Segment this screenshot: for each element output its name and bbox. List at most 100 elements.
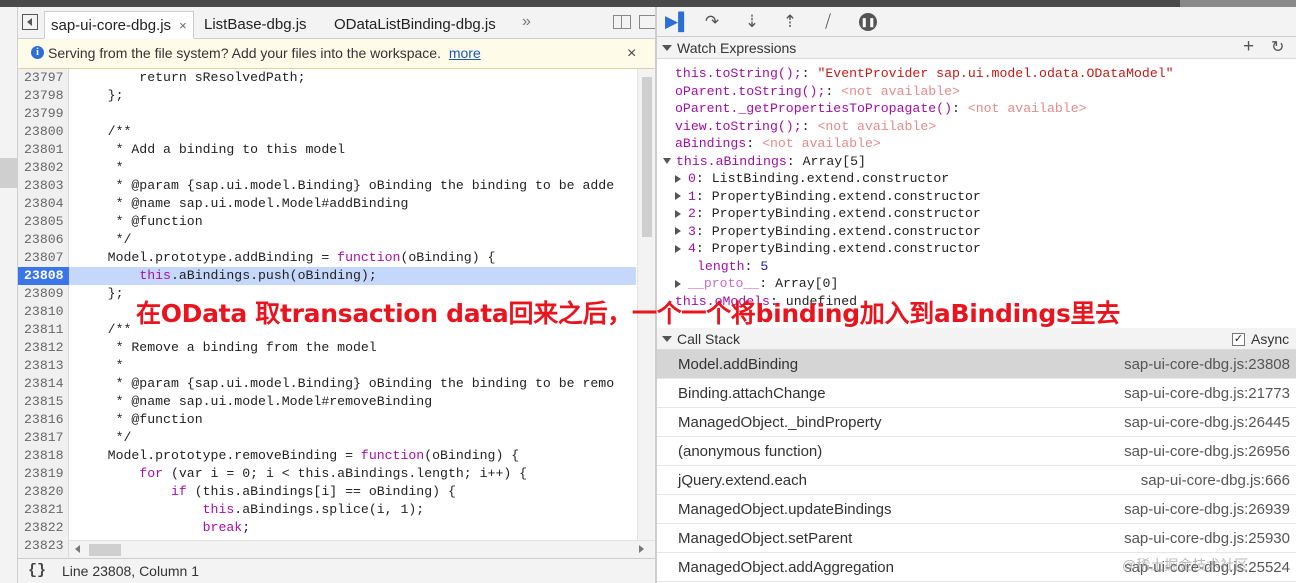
code-line[interactable]: 23812 * Remove a binding from the model: [18, 339, 636, 357]
line-number[interactable]: 23813: [18, 357, 69, 375]
line-number[interactable]: 23807: [18, 249, 69, 267]
refresh-watch-icon[interactable]: ↻: [1271, 37, 1284, 59]
line-number[interactable]: 23810: [18, 303, 69, 321]
step-out-icon[interactable]: ⇡: [779, 13, 801, 31]
line-number[interactable]: 23823: [18, 537, 69, 555]
code-line[interactable]: 23817 */: [18, 429, 636, 447]
code-line[interactable]: 23813 *: [18, 357, 636, 375]
code-line[interactable]: 23819 for (var i = 0; i < this.aBindings…: [18, 465, 636, 483]
code-line-current[interactable]: 23808 this.aBindings.push(oBinding);: [18, 267, 636, 285]
line-number[interactable]: 23802: [18, 159, 69, 177]
watch-tree-row[interactable]: __proto__: Array[0]: [675, 275, 838, 293]
tab-close-icon[interactable]: ×: [179, 18, 187, 33]
line-number[interactable]: 23812: [18, 339, 69, 357]
collapsed-triangle-icon[interactable]: [675, 244, 681, 253]
code-line[interactable]: 23816 * @function: [18, 411, 636, 429]
line-number[interactable]: 23821: [18, 501, 69, 519]
code-line[interactable]: 23803 * @param {sap.ui.model.Binding} oB…: [18, 177, 636, 195]
watch-tree-row[interactable]: 1: PropertyBinding.extend.constructor: [675, 188, 981, 206]
pretty-print-icon[interactable]: {}: [28, 559, 46, 583]
call-stack-frame[interactable]: (anonymous function) sap-ui-core-dbg.js:2…: [657, 437, 1296, 466]
line-number[interactable]: 23814: [18, 375, 69, 393]
line-number[interactable]: 23799: [18, 105, 69, 123]
watch-tree-row[interactable]: 2: PropertyBinding.extend.constructor: [675, 205, 981, 223]
line-number[interactable]: 23818: [18, 447, 69, 465]
code-line[interactable]: 23801 * Add a binding to this model: [18, 141, 636, 159]
watch-tree-row[interactable]: 3: PropertyBinding.extend.constructor: [675, 223, 981, 241]
watch-row[interactable]: length: 5: [697, 258, 768, 276]
tab-sap-ui-core[interactable]: sap-ui-core-dbg.js ×: [44, 11, 194, 39]
add-watch-icon[interactable]: +: [1243, 36, 1254, 58]
infobar-close-icon[interactable]: ×: [627, 39, 636, 68]
code-line[interactable]: 23815 * @name sap.ui.model.Model#removeB…: [18, 393, 636, 411]
code-line[interactable]: 23806 */: [18, 231, 636, 249]
line-number[interactable]: 23797: [18, 69, 69, 87]
code-line[interactable]: 23802 *: [18, 159, 636, 177]
infobar-more-link[interactable]: more: [449, 45, 481, 61]
editor-horizontal-scrollbar[interactable]: [69, 540, 655, 558]
more-tabs-icon[interactable]: »: [522, 13, 531, 31]
watch-expressions-header[interactable]: Watch Expressions + ↻: [657, 36, 1296, 59]
expanded-triangle-icon[interactable]: [663, 158, 671, 165]
resume-icon[interactable]: ▶▌: [665, 13, 690, 31]
line-number[interactable]: 23801: [18, 141, 69, 159]
call-stack-frame[interactable]: Model.addBinding sap-ui-core-dbg.js:23808: [657, 350, 1296, 379]
frame-location-link[interactable]: sap-ui-core-dbg.js:25930: [1124, 524, 1290, 553]
watch-row[interactable]: view.toString();: <not available>: [675, 118, 936, 136]
code-line[interactable]: 23798 };: [18, 87, 636, 105]
watch-row[interactable]: this.toString();: "EventProvider sap.ui.…: [675, 65, 1174, 83]
line-number[interactable]: 23820: [18, 483, 69, 501]
step-into-icon[interactable]: ⇣: [741, 13, 763, 31]
collapsed-triangle-icon[interactable]: [675, 279, 681, 288]
line-number[interactable]: 23817: [18, 429, 69, 447]
call-stack-frame[interactable]: ManagedObject.setParent sap-ui-core-dbg.j…: [657, 524, 1296, 553]
pause-on-exceptions-icon[interactable]: ❚❚: [859, 13, 877, 31]
line-number[interactable]: 23809: [18, 285, 69, 303]
line-number[interactable]: 23819: [18, 465, 69, 483]
code-line[interactable]: 23804 * @name sap.ui.model.Model#addBind…: [18, 195, 636, 213]
code-line[interactable]: 23807 Model.prototype.addBinding = funct…: [18, 249, 636, 267]
line-number[interactable]: 23822: [18, 519, 69, 537]
code-line[interactable]: 23821 this.aBindings.splice(i, 1);: [18, 501, 636, 519]
call-stack-frame[interactable]: ManagedObject.updateBindings sap-ui-core-…: [657, 495, 1296, 524]
line-number[interactable]: 23803: [18, 177, 69, 195]
frame-location-link[interactable]: sap-ui-core-dbg.js:21773: [1124, 379, 1290, 408]
horizontal-scroll-thumb[interactable]: [89, 544, 121, 556]
scroll-right-icon[interactable]: [639, 545, 644, 553]
frame-location-link[interactable]: sap-ui-core-dbg.js:666: [1141, 466, 1290, 495]
call-stack-frame[interactable]: Binding.attachChange sap-ui-core-dbg.js:2…: [657, 379, 1296, 408]
frame-location-link[interactable]: sap-ui-core-dbg.js:26939: [1124, 495, 1290, 524]
call-stack-header[interactable]: Call Stack ✓ Async: [657, 328, 1296, 350]
code-line[interactable]: 23820 if (this.aBindings[i] == oBinding)…: [18, 483, 636, 501]
watch-tree-row[interactable]: this.aBindings: Array[5]: [663, 153, 866, 171]
collapsed-triangle-icon[interactable]: [675, 227, 681, 236]
line-number[interactable]: 23800: [18, 123, 69, 141]
async-checkbox[interactable]: ✓: [1232, 333, 1245, 346]
line-number[interactable]: 23806: [18, 231, 69, 249]
deactivate-breakpoints-icon[interactable]: ⧸: [817, 13, 839, 31]
line-number[interactable]: 23798: [18, 87, 69, 105]
navigator-collapsed-strip[interactable]: [0, 7, 18, 583]
watch-row[interactable]: aBindings: <not available>: [675, 135, 881, 153]
code-line[interactable]: 23814 * @param {sap.ui.model.Binding} oB…: [18, 375, 636, 393]
toggle-navigator-icon[interactable]: [22, 14, 38, 30]
line-number[interactable]: 23811: [18, 321, 69, 339]
frame-location-link[interactable]: sap-ui-core-dbg.js:23808: [1124, 350, 1290, 379]
scroll-left-icon[interactable]: [75, 545, 80, 553]
line-number[interactable]: 23804: [18, 195, 69, 213]
watch-row[interactable]: oParent.toString();: <not available>: [675, 83, 960, 101]
tab-listbase[interactable]: ListBase-dbg.js: [198, 11, 313, 39]
watch-tree-row[interactable]: 0: ListBinding.extend.constructor: [675, 170, 949, 188]
code-line[interactable]: 23797 return sResolvedPath;: [18, 69, 636, 87]
watch-tree-row[interactable]: 4: PropertyBinding.extend.constructor: [675, 240, 981, 258]
code-line[interactable]: 23818 Model.prototype.removeBinding = fu…: [18, 447, 636, 465]
line-number[interactable]: 23805: [18, 213, 69, 231]
code-line[interactable]: 23822 break;: [18, 519, 636, 537]
toggle-debugger-icon[interactable]: [613, 15, 631, 29]
collapsed-triangle-icon[interactable]: [675, 209, 681, 218]
collapsed-triangle-icon[interactable]: [675, 174, 681, 183]
step-over-icon[interactable]: ↷: [701, 13, 723, 31]
line-number[interactable]: 23808: [18, 267, 69, 285]
collapsed-triangle-icon[interactable]: [675, 192, 681, 201]
vertical-scroll-thumb[interactable]: [642, 77, 652, 237]
